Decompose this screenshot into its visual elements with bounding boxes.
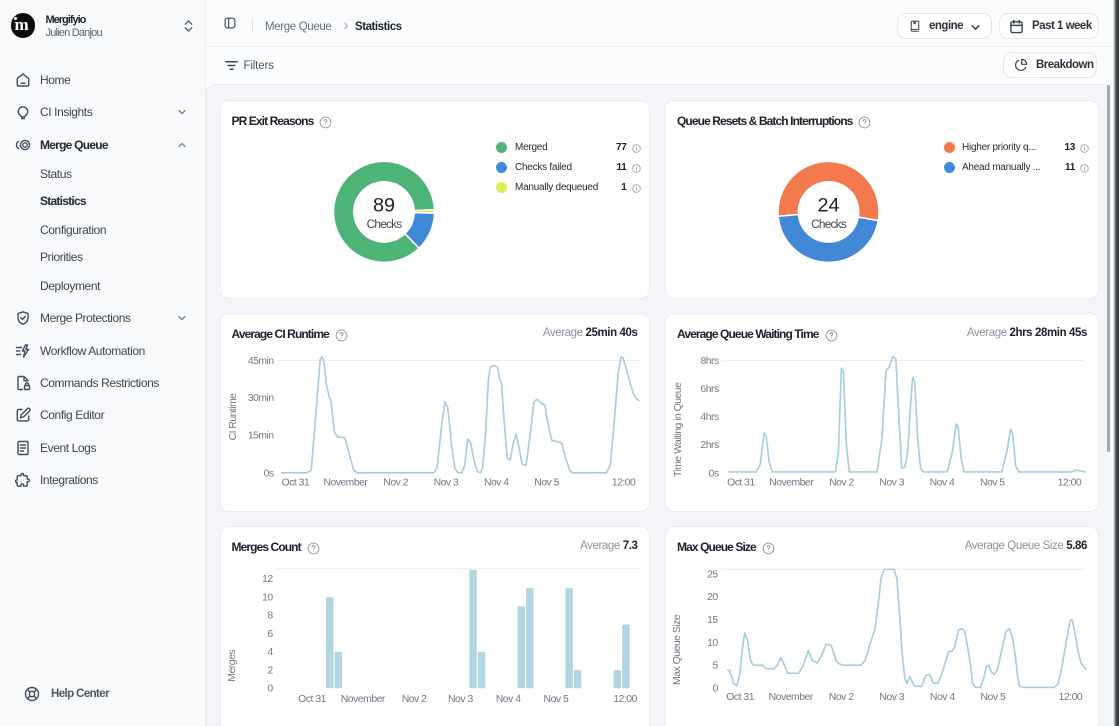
svg-text:8hrs: 8hrs	[700, 356, 719, 367]
svg-text:2: 2	[267, 665, 273, 676]
svg-text:24: 24	[818, 194, 840, 216]
svg-text:30min: 30min	[247, 393, 274, 404]
svg-text:Checks: Checks	[811, 217, 847, 231]
svg-text:Nov 4: Nov 4	[930, 478, 955, 489]
svg-text:45min: 45min	[247, 356, 274, 367]
svg-text:Merges: Merges	[226, 650, 237, 682]
svg-text:8: 8	[267, 611, 273, 622]
svg-text:5: 5	[712, 661, 718, 672]
svg-text:12:00: 12:00	[611, 478, 635, 489]
svg-text:Nov 2: Nov 2	[383, 478, 408, 489]
svg-text:0s: 0s	[709, 468, 719, 479]
svg-text:Nov 3: Nov 3	[447, 694, 472, 705]
svg-text:15min: 15min	[247, 431, 274, 442]
svg-text:November: November	[340, 694, 385, 705]
svg-text:6hrs: 6hrs	[700, 384, 719, 395]
svg-text:Nov 4: Nov 4	[483, 478, 508, 489]
svg-text:0s: 0s	[263, 468, 273, 479]
svg-text:Nov 5: Nov 5	[980, 692, 1005, 703]
svg-text:4hrs: 4hrs	[700, 412, 719, 423]
svg-text:Nov 2: Nov 2	[829, 478, 854, 489]
svg-text:15: 15	[707, 615, 718, 626]
svg-text:Checks: Checks	[366, 217, 402, 231]
svg-text:12:00: 12:00	[1058, 478, 1082, 489]
svg-text:Oct 31: Oct 31	[727, 478, 755, 489]
svg-text:12:00: 12:00	[613, 694, 637, 705]
svg-text:12:00: 12:00	[1059, 692, 1083, 703]
svg-text:Max Queue Size: Max Queue Size	[672, 614, 683, 685]
svg-text:0: 0	[712, 684, 718, 695]
svg-text:Nov 5: Nov 5	[543, 694, 568, 705]
svg-text:CI Runtime: CI Runtime	[228, 393, 239, 441]
svg-text:2hrs: 2hrs	[700, 440, 719, 451]
svg-text:Nov 2: Nov 2	[829, 692, 854, 703]
svg-text:4: 4	[267, 647, 273, 658]
svg-text:November: November	[769, 478, 814, 489]
svg-text:12: 12	[262, 574, 273, 585]
svg-text:Oct 31: Oct 31	[726, 692, 754, 703]
svg-text:10: 10	[262, 593, 273, 604]
svg-text:89: 89	[373, 194, 395, 216]
svg-text:Nov 3: Nov 3	[879, 692, 904, 703]
svg-text:Nov 5: Nov 5	[980, 478, 1005, 489]
svg-text:Nov 3: Nov 3	[879, 478, 904, 489]
svg-text:Nov 3: Nov 3	[433, 478, 458, 489]
svg-text:Time Waiting in Queue: Time Waiting in Queue	[673, 382, 684, 477]
svg-text:Nov 5: Nov 5	[534, 478, 559, 489]
svg-text:Nov 4: Nov 4	[930, 692, 955, 703]
svg-text:November: November	[769, 692, 814, 703]
svg-text:Oct 31: Oct 31	[298, 694, 326, 705]
svg-text:25: 25	[707, 569, 718, 580]
svg-text:November: November	[323, 478, 368, 489]
svg-text:20: 20	[707, 592, 718, 603]
svg-text:6: 6	[267, 629, 273, 640]
svg-text:10: 10	[707, 638, 718, 649]
svg-text:Nov 4: Nov 4	[495, 694, 520, 705]
svg-text:Oct 31: Oct 31	[281, 478, 309, 489]
svg-text:Nov 2: Nov 2	[401, 694, 426, 705]
svg-text:0: 0	[267, 683, 273, 694]
